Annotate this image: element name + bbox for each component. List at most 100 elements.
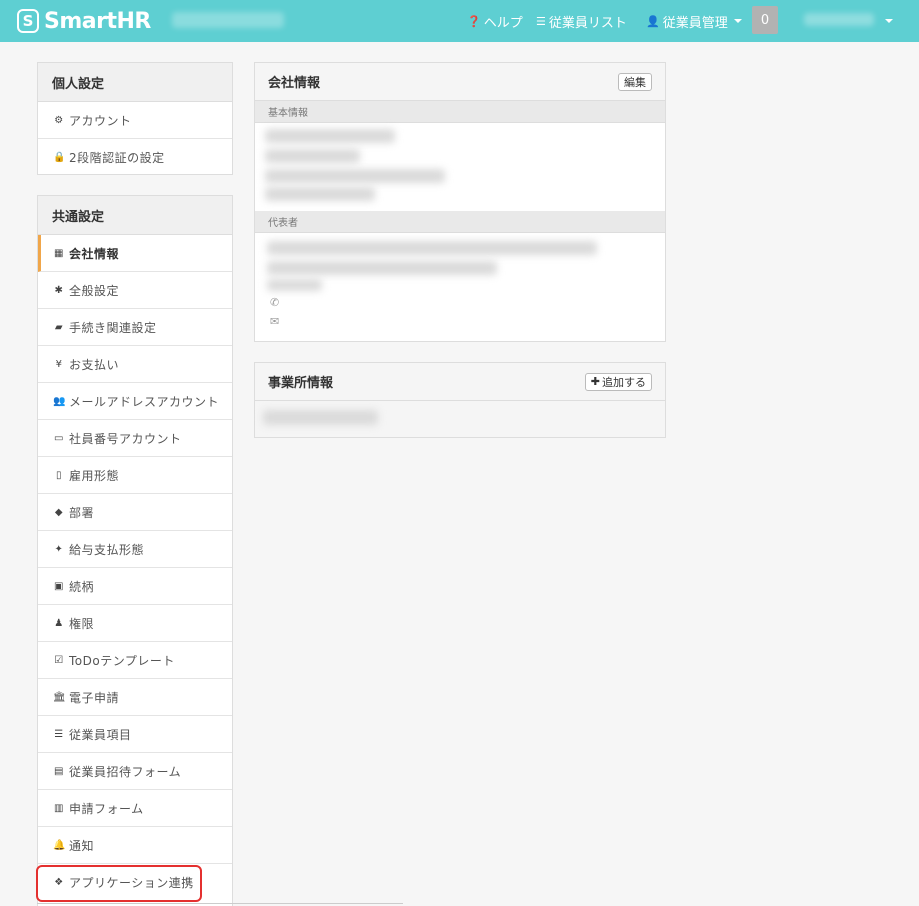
sidebar-item-label: 雇用形態 (69, 468, 120, 483)
redacted-text (267, 241, 597, 255)
notification-badge[interactable]: 0 (752, 6, 778, 34)
top-navbar: S SmartHR ❓ ヘルプ ☰ 従業員リスト 👤 従業員管理 0 (0, 0, 919, 42)
id-card-icon: ▭ (54, 432, 64, 444)
sidebar-item-account[interactable]: ⚙ アカウント (38, 102, 232, 139)
sidebar-item-procedure-settings[interactable]: ▰ 手続き関連設定 (38, 309, 232, 346)
sidebar-item-label: ToDoテンプレート (69, 653, 175, 668)
sidebar-item-relationships[interactable]: ▣ 続柄 (38, 568, 232, 605)
sidebar-item-label: 手続き関連設定 (69, 320, 157, 335)
divider (37, 903, 403, 904)
redacted-text (265, 149, 360, 163)
bell-icon: 🔔 (53, 839, 66, 851)
nav-employee-list-link[interactable]: ☰ 従業員リスト (536, 0, 627, 42)
sidebar-item-label: お支払い (69, 357, 120, 372)
sidebar-item-label: 通知 (69, 838, 95, 853)
company-name-redacted (172, 12, 284, 28)
sidebar-item-invite-form[interactable]: ▤ 従業員招待フォーム (38, 753, 232, 790)
redacted-text (265, 169, 445, 183)
phone-icon: ✆ (270, 296, 280, 309)
list-icon: ☰ (536, 14, 546, 28)
envelope-icon: ✉ (270, 315, 280, 328)
nav-employee-list-label: 従業員リスト (548, 15, 627, 31)
office-info-header: 事業所情報 ✚ 追加する (255, 363, 665, 401)
sidebar-item-notifications[interactable]: 🔔 通知 (38, 827, 232, 864)
sidebar-item-label: 全般設定 (69, 283, 120, 298)
logo-text: SmartHR (44, 8, 151, 34)
sidebar-item-app-integration[interactable]: ❖ アプリケーション連携 (36, 864, 232, 902)
pay-icon: ✦ (54, 543, 64, 555)
checkbox-icon: ☑ (54, 654, 64, 666)
redacted-text (265, 129, 395, 143)
office-info-title: 事業所情報 (268, 376, 334, 391)
sidebar-item-request-form[interactable]: ▥ 申請フォーム (38, 790, 232, 827)
sidebar-item-label: 給与支払形態 (69, 542, 145, 557)
sidebar-item-permissions[interactable]: ♟ 権限 (38, 605, 232, 642)
nav-help-label: ヘルプ (483, 15, 523, 31)
id-badge-icon: ▯ (55, 469, 62, 481)
user-menu-chevron-icon[interactable] (885, 19, 893, 23)
company-info-title: 会社情報 (268, 76, 321, 91)
sidebar-item-general-settings[interactable]: ✱ 全般設定 (38, 272, 232, 309)
sidebar-item-label: 社員番号アカウント (69, 431, 182, 446)
redacted-text (267, 261, 497, 275)
redacted-text (265, 187, 375, 201)
nav-employee-manage-dropdown[interactable]: 👤 従業員管理 (646, 0, 742, 42)
sidebar-item-employee-fields[interactable]: ☰ 従業員項目 (38, 716, 232, 753)
sidebar-item-label: 従業員招待フォーム (69, 764, 182, 779)
sidebar-item-label: メールアドレスアカウント (69, 394, 220, 409)
common-settings-title: 共通設定 (38, 196, 232, 235)
personal-settings-title: 個人設定 (38, 63, 232, 102)
personal-settings-panel: 個人設定 ⚙ アカウント 🔒 2段階認証の設定 (37, 62, 233, 175)
sidebar-item-label: 続柄 (69, 579, 95, 594)
sidebar-item-label: 電子申請 (69, 690, 120, 705)
sidebar-item-label: 従業員項目 (69, 727, 132, 742)
sidebar-item-label: アカウント (69, 113, 132, 128)
add-office-button[interactable]: ✚ 追加する (584, 372, 652, 391)
representative-body: ✆ ✉ (255, 233, 665, 339)
sidebar-item-employee-number-accounts[interactable]: ▭ 社員番号アカウント (38, 420, 232, 457)
office-list-body (255, 401, 665, 437)
plus-icon: ✚ (590, 375, 600, 388)
sidebar-item-e-application[interactable]: 🏛 電子申請 (38, 679, 232, 716)
users-icon: 👥 (53, 395, 66, 407)
sidebar-item-todo-templates[interactable]: ☑ ToDoテンプレート (38, 642, 232, 679)
sidebar-item-label: 申請フォーム (69, 801, 144, 816)
asterisk-icon: ✱ (54, 284, 64, 296)
representative-subheader: 代表者 (255, 211, 665, 233)
sidebar-item-label: 部署 (69, 505, 95, 520)
sidebar-item-label: アプリケーション連携 (69, 876, 194, 890)
edit-button[interactable]: 編集 (618, 72, 652, 91)
redacted-office-name[interactable] (263, 410, 378, 425)
family-icon: ▣ (54, 580, 64, 592)
building-icon: ▦ (54, 247, 64, 259)
lock-icon: 🔒 (53, 152, 66, 163)
book-icon: ▰ (54, 321, 64, 333)
yen-icon: ¥ (55, 358, 63, 370)
sidebar-item-departments[interactable]: ◆ 部署 (38, 494, 232, 531)
bank-icon: 🏛 (53, 691, 67, 703)
form-icon: ▥ (54, 802, 64, 814)
sidebar-item-label: 2段階認証の設定 (69, 151, 165, 165)
logo-badge: S (17, 9, 39, 33)
sidebar-item-email-accounts[interactable]: 👥 メールアドレスアカウント (38, 383, 232, 420)
company-info-header: 会社情報 編集 (255, 63, 665, 101)
basic-info-body (255, 123, 665, 211)
office-info-panel: 事業所情報 ✚ 追加する (254, 362, 666, 438)
sidebar-item-payment[interactable]: ¥ お支払い (38, 346, 232, 383)
gear-icon: ⚙ (54, 114, 64, 126)
sidebar-item-company-info[interactable]: ▦ 会社情報 (38, 235, 232, 272)
nav-help-link[interactable]: ❓ ヘルプ (467, 0, 523, 42)
tags-icon: ◆ (54, 506, 64, 518)
user-icon: 👤 (646, 14, 660, 28)
user-key-icon: ♟ (54, 617, 64, 629)
list-ul-icon: ☰ (54, 728, 64, 740)
add-office-label: 追加する (602, 375, 646, 389)
user-name-redacted[interactable] (804, 13, 874, 26)
smarthr-logo[interactable]: S SmartHR (17, 7, 151, 35)
sidebar-item-employment-type[interactable]: ▯ 雇用形態 (38, 457, 232, 494)
sidebar-item-pay-type[interactable]: ✦ 給与支払形態 (38, 531, 232, 568)
sidebar-item-two-factor[interactable]: 🔒 2段階認証の設定 (38, 139, 232, 176)
basic-info-subheader: 基本情報 (255, 101, 665, 123)
question-circle-icon: ❓ (467, 14, 481, 28)
company-info-panel: 会社情報 編集 基本情報 代表者 ✆ ✉ (254, 62, 666, 342)
